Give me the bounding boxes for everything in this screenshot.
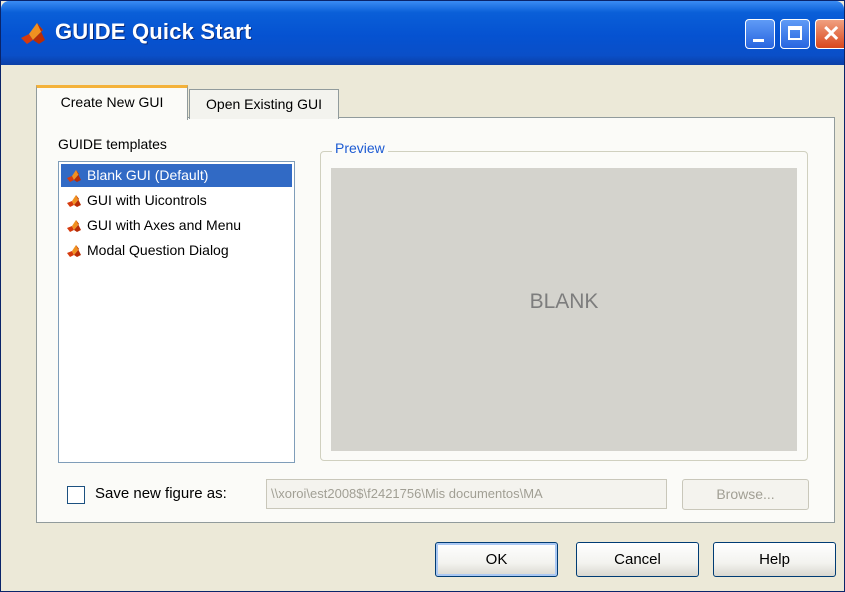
tab-create-new-gui[interactable]: Create New GUI: [36, 85, 188, 120]
preview-area: BLANK: [331, 168, 797, 451]
save-path-field[interactable]: \\xoroi\est2008$\f2421756\Mis documentos…: [266, 479, 667, 509]
tab-open-existing-gui[interactable]: Open Existing GUI: [189, 89, 339, 119]
ok-button[interactable]: OK: [435, 542, 558, 577]
preview-legend: Preview: [332, 140, 388, 156]
maximize-icon: [788, 26, 802, 40]
templates-label: GUIDE templates: [58, 136, 167, 152]
title-bar[interactable]: GUIDE Quick Start ✕: [1, 1, 844, 65]
preview-blank-text: BLANK: [529, 290, 599, 313]
minimize-icon: [753, 39, 764, 42]
template-item-label: GUI with Axes and Menu: [87, 217, 242, 233]
template-item-gui-with-uicontrols[interactable]: GUI with Uicontrols: [61, 189, 292, 212]
template-item-label: Blank GUI (Default): [87, 167, 209, 183]
help-button[interactable]: Help: [713, 542, 836, 577]
templates-listbox[interactable]: Blank GUI (Default) GUI with Uicontrols …: [58, 161, 295, 463]
template-item-label: GUI with Uicontrols: [87, 192, 207, 208]
template-item-modal-question-dialog[interactable]: Modal Question Dialog: [61, 239, 292, 262]
matlab-logo-icon: [67, 170, 81, 182]
template-item-blank-gui[interactable]: Blank GUI (Default): [61, 164, 292, 187]
matlab-logo-icon: [67, 220, 81, 232]
close-button[interactable]: ✕: [815, 19, 844, 49]
cancel-button[interactable]: Cancel: [576, 542, 699, 577]
matlab-logo-icon: [21, 23, 45, 44]
template-item-label: Modal Question Dialog: [87, 242, 229, 258]
template-item-gui-with-axes-and-menu[interactable]: GUI with Axes and Menu: [61, 214, 292, 237]
save-new-figure-checkbox[interactable]: [67, 486, 85, 504]
save-new-figure-label[interactable]: Save new figure as:: [95, 485, 227, 502]
maximize-button[interactable]: [780, 19, 810, 49]
browse-button[interactable]: Browse...: [682, 479, 809, 510]
minimize-button[interactable]: [745, 19, 775, 49]
close-icon: ✕: [822, 21, 841, 46]
guide-quick-start-window: GUIDE Quick Start ✕ Create New GUI Open …: [0, 0, 845, 592]
window-title: GUIDE Quick Start: [55, 19, 252, 44]
matlab-logo-icon: [67, 245, 81, 257]
matlab-logo-icon: [67, 195, 81, 207]
